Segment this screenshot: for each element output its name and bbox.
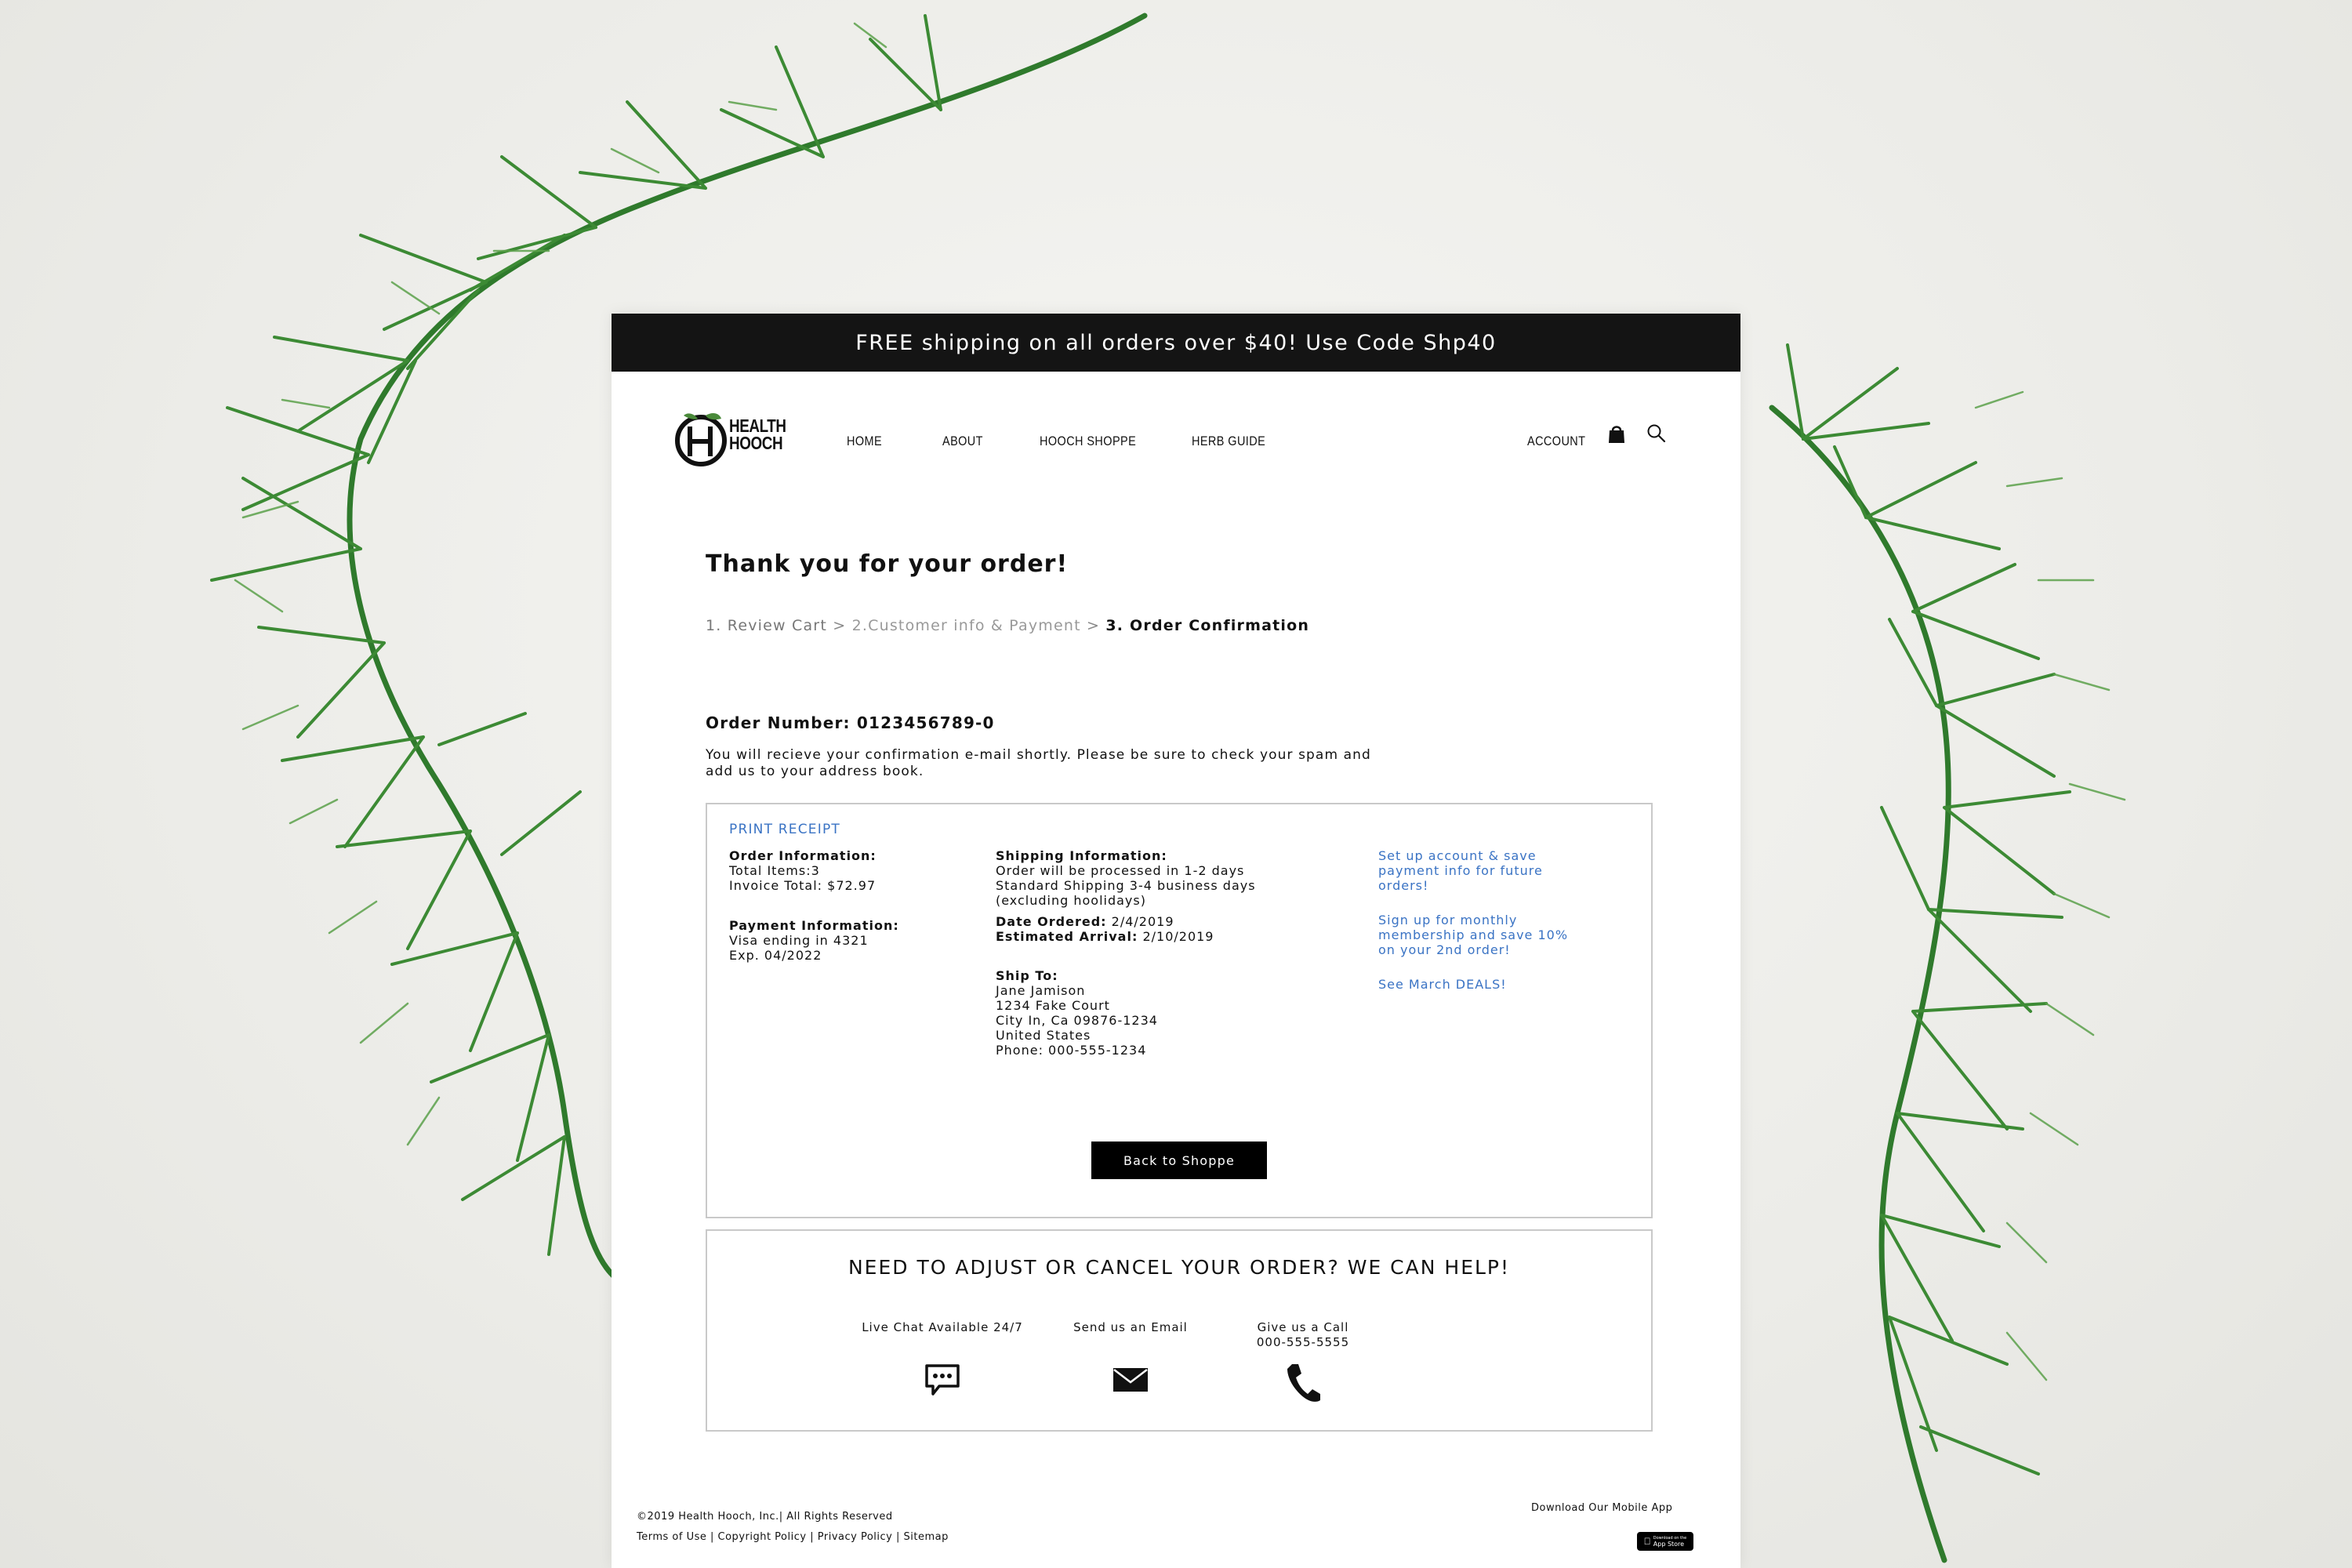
call-label: Give us a Call [1257,1320,1349,1334]
app-store-badge-text: Download on the App Store [1653,1536,1686,1548]
ship-to-heading: Ship To: [996,968,1058,983]
health-hooch-logo[interactable]: HEALTH HOOCH [674,408,792,470]
date-ordered-label: Date Ordered: [996,914,1107,929]
footer-legal: ©2019 Health Hooch, Inc.| All Rights Res… [637,1507,949,1548]
envelope-icon [1113,1368,1148,1392]
sitemap-link[interactable]: Sitemap [904,1531,949,1543]
privacy-policy-link[interactable]: Privacy Policy [818,1531,893,1543]
breadcrumb-order-confirmation: 3. Order Confirmation [1105,617,1310,634]
footer-copyright: ©2019 Health Hooch, Inc.| All Rights Res… [637,1511,893,1523]
footer-separator: | [806,1531,818,1543]
shipping-info-heading: Shipping Information: [996,848,1167,863]
main-navigation: HEALTH HOOCH HOME ABOUT HOOCH SHOPPE HER… [612,372,1740,474]
order-information: Order Information: Total Items:3 Invoice… [729,848,877,893]
help-panel: NEED TO ADJUST OR CANCEL YOUR ORDER? WE … [706,1229,1653,1432]
estimated-arrival-value: 2/10/2019 [1142,929,1214,944]
promo-text: FREE shipping on all orders over $40! Us… [855,330,1497,355]
nav-account[interactable]: ACCOUNT [1527,434,1585,449]
logo-wordmark: HEALTH HOOCH [729,417,786,452]
payment-information: Payment Information: Visa ending in 4321… [729,918,899,963]
copyright-policy-link[interactable]: Copyright Policy [718,1531,807,1543]
logo-mark-icon [675,413,727,466]
footer-separator: | [892,1531,904,1543]
nav-home[interactable]: HOME [847,434,882,449]
apple-logo-icon:  [1644,1537,1651,1546]
logo-line-1: HEALTH [729,416,786,436]
breadcrumb-separator: > [833,617,847,634]
footer-links: Terms of Use | Copyright Policy | Privac… [637,1527,949,1548]
ship-to-name: Jane Jamison [996,983,1086,998]
total-items: Total Items:3 [729,863,820,878]
live-chat-option[interactable]: Live Chat Available 24/7 [848,1320,1036,1396]
phone-icon [1287,1364,1320,1402]
date-ordered-value: 2/4/2019 [1111,914,1174,929]
search-icon[interactable] [1646,423,1667,444]
payment-info-heading: Payment Information: [729,918,899,933]
ship-to-street: 1234 Fake Court [996,998,1110,1013]
live-chat-label: Live Chat Available 24/7 [862,1320,1023,1334]
date-ordered-row: Date Ordered: 2/4/2019 [996,914,1256,929]
call-option[interactable]: Give us a Call 000-555-5555 [1209,1320,1397,1402]
estimated-arrival-row: Estimated Arrival: 2/10/2019 [996,929,1256,944]
breadcrumb-separator: > [1087,617,1101,634]
invoice-total: Invoice Total: $72.97 [729,878,877,893]
ship-to: Ship To: Jane Jamison 1234 Fake Court Ci… [996,968,1158,1058]
shopping-bag-icon[interactable] [1607,423,1626,444]
shipping-line-3: (excluding hoolidays) [996,893,1146,908]
ship-to-city: City In, Ca 09876-1234 [996,1013,1158,1028]
checkout-breadcrumb: 1. Review Cart > 2.Customer info & Payme… [706,617,1309,634]
terms-of-use-link[interactable]: Terms of Use [637,1531,706,1543]
march-deals-link[interactable]: See March DEALS! [1378,977,1574,992]
print-receipt-link[interactable]: PRINT RECEIPT [729,822,840,837]
page-title: Thank you for your order! [706,550,1069,578]
badge-big-text: App Store [1650,1540,1684,1548]
ship-to-country: United States [996,1028,1091,1043]
promo-banner: FREE shipping on all orders over $40! Us… [612,314,1740,372]
confirmation-note: You will recieve your confirmation e-mai… [706,747,1371,779]
order-confirmation-page: FREE shipping on all orders over $40! Us… [612,314,1740,1568]
payment-expiry: Exp. 04/2022 [729,948,822,963]
logo-line-2: HOOCH [729,433,783,453]
badge-small-text: Download on the [1650,1535,1686,1541]
receipt-panel: PRINT RECEIPT Order Information: Total I… [706,803,1653,1218]
help-title: NEED TO ADJUST OR CANCEL YOUR ORDER? WE … [848,1256,1511,1279]
app-store-badge[interactable]:  Download on the App Store [1637,1532,1693,1551]
footer-separator: | [706,1531,718,1543]
promo-links: Set up account & save payment info for f… [1378,848,1574,992]
nav-hooch-shoppe[interactable]: HOOCH SHOPPE [1040,434,1136,449]
estimated-arrival-label: Estimated Arrival: [996,929,1138,944]
download-app-label: Download Our Mobile App [1531,1502,1673,1514]
email-label: Send us an Email [1073,1320,1188,1334]
chat-icon [925,1364,960,1396]
call-number: 000-555-5555 [1256,1335,1350,1349]
shipping-line-1: Order will be processed in 1-2 days [996,863,1245,878]
order-number: Order Number: 0123456789-0 [706,713,995,732]
breadcrumb-review-cart[interactable]: 1. Review Cart [706,617,827,634]
email-option[interactable]: Send us an Email [1036,1320,1225,1392]
order-info-heading: Order Information: [729,848,877,863]
shipping-line-2: Standard Shipping 3-4 business days [996,878,1256,893]
back-to-shoppe-button[interactable]: Back to Shoppe [1091,1142,1267,1179]
breadcrumb-customer-info[interactable]: 2.Customer info & Payment [852,617,1081,634]
payment-card: Visa ending in 4321 [729,933,869,948]
nav-about[interactable]: ABOUT [942,434,983,449]
membership-link[interactable]: Sign up for monthly membership and save … [1378,913,1574,957]
setup-account-link[interactable]: Set up account & save payment info for f… [1378,848,1574,893]
nav-herb-guide[interactable]: HERB GUIDE [1192,434,1265,449]
ship-to-phone: Phone: 000-555-1234 [996,1043,1147,1058]
shipping-information: Shipping Information: Order will be proc… [996,848,1256,944]
